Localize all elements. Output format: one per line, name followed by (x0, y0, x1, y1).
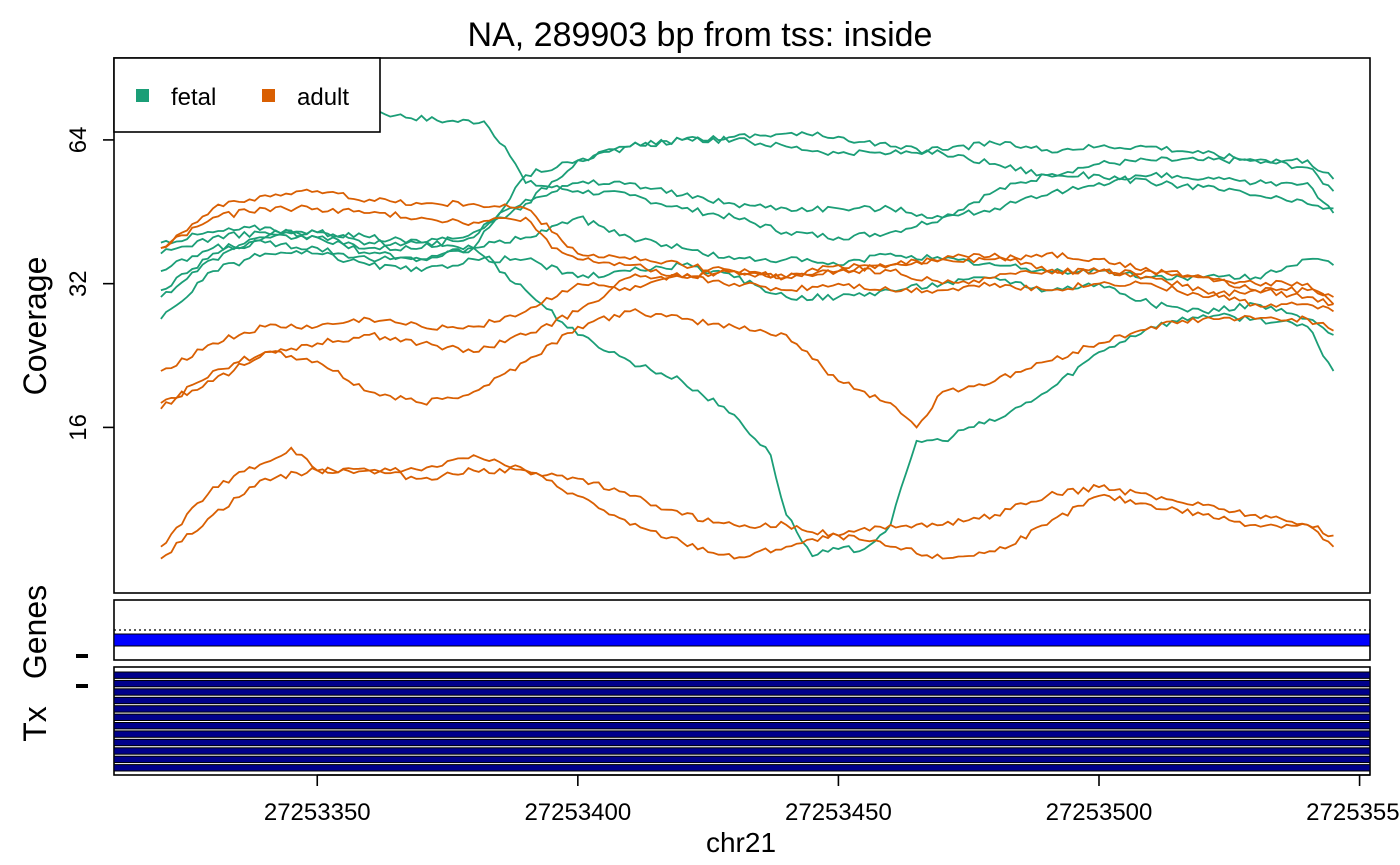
y-axis-title: Coverage (17, 257, 53, 396)
legend-label-fetal: fetal (171, 84, 216, 111)
coverage-line-adult-13 (160, 446, 1334, 548)
legend-label-adult: adult (297, 84, 349, 111)
tx-feature-6 (113, 713, 1371, 721)
x-tick-label-27253450: 27253450 (785, 799, 892, 826)
coverage-line-fetal-7 (160, 249, 1334, 336)
tx-track (76, 666, 1371, 776)
series-layer (160, 69, 1335, 560)
y-axis: 16 32 64 (65, 127, 114, 441)
tx-feature-5 (113, 705, 1371, 713)
x-tick-label-27253550: 27253550 (1306, 799, 1400, 826)
tx-feature-8 (113, 730, 1371, 738)
coverage-figure: NA, 289903 bp from tss: inside 16 32 64 Co… (17, 16, 1400, 858)
y-tick-label-32: 32 (65, 270, 92, 297)
coverage-line-adult-12 (160, 267, 1335, 410)
plot-title: NA, 289903 bp from tss: inside (468, 16, 933, 54)
tx-feature-12 (113, 764, 1371, 772)
y-tick-label-16: 16 (65, 414, 92, 441)
track-label-tx: Tx (17, 706, 53, 742)
coverage-panel: 16 32 64 Coverage fetal adult (17, 57, 1371, 594)
tx-feature-10 (113, 747, 1371, 755)
y-tick-label-64: 64 (65, 127, 92, 154)
x-tick-label-27253500: 27253500 (1046, 799, 1153, 826)
x-tick-label-27253400: 27253400 (524, 799, 631, 826)
tx-feature-11 (113, 755, 1371, 764)
legend-swatch-adult (262, 89, 275, 102)
tx-feature-4 (113, 696, 1371, 705)
tx-feature-7 (113, 722, 1371, 730)
track-label-genes: Genes (17, 585, 53, 679)
x-axis: 27253350 27253400 27253450 27253500 27253550 (264, 774, 1400, 826)
tx-feature-2 (113, 679, 1371, 688)
coverage-line-adult-14 (160, 466, 1335, 560)
coverage-line-fetal-5 (160, 131, 1334, 272)
tx-feature-9 (113, 738, 1371, 747)
x-tick-label-27253350: 27253350 (264, 799, 371, 826)
tx-feature-1 (113, 671, 1371, 679)
legend: fetal adult (113, 57, 381, 133)
genes-track (76, 599, 1371, 661)
coverage-line-adult-11 (160, 308, 1334, 429)
tx-features (113, 671, 1371, 772)
coverage-line-adult-10 (160, 274, 1334, 372)
genes-frame (113, 599, 1371, 661)
gene-feature (113, 633, 1371, 647)
legend-swatch-fetal (136, 89, 149, 102)
coverage-line-adult-8 (160, 188, 1335, 313)
tx-feature-3 (113, 688, 1371, 696)
x-axis-title: chr21 (706, 827, 776, 858)
